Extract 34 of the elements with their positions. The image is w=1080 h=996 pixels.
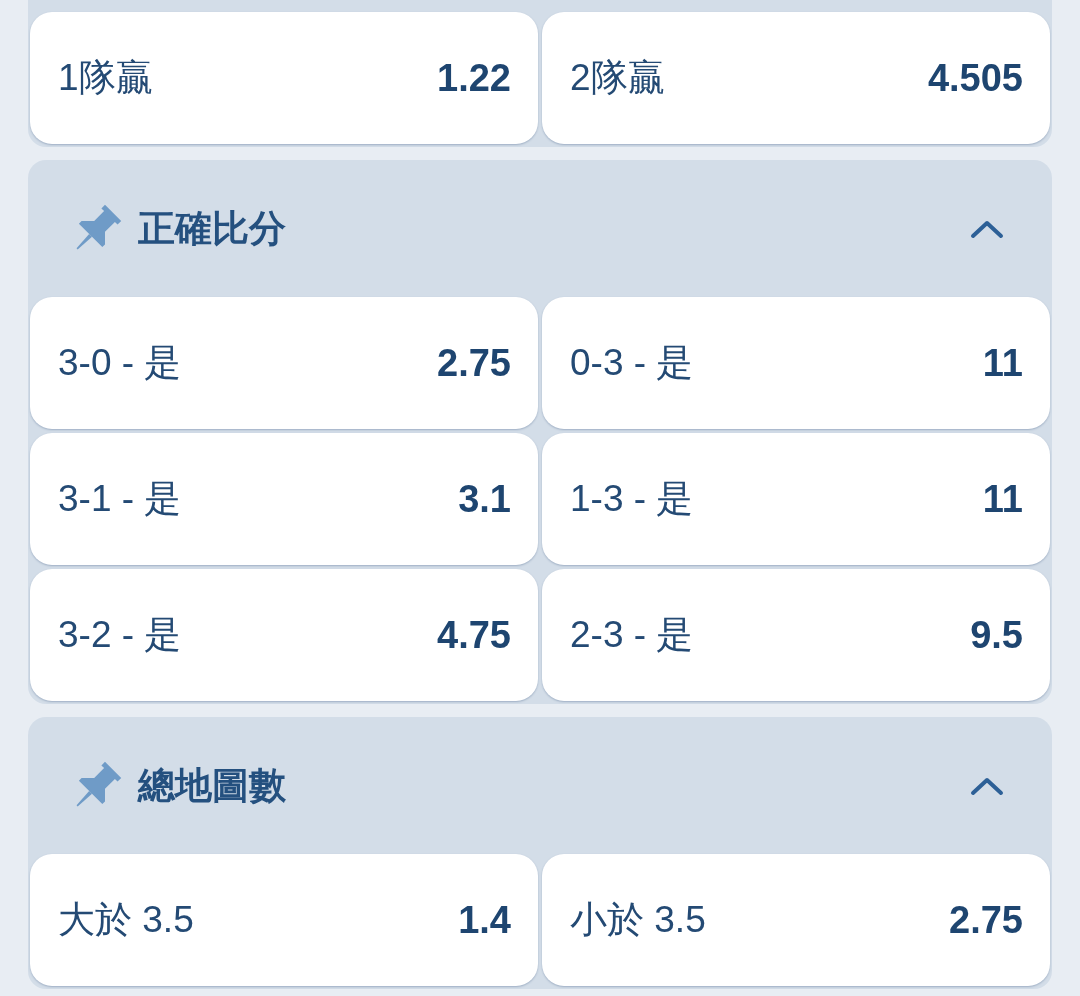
- outcome-label: 1隊贏: [58, 56, 153, 100]
- outcome-label: 0-3 - 是: [570, 341, 694, 385]
- bet-option-card[interactable]: 2-3 - 是 9.5: [542, 569, 1050, 701]
- odds-value: 11: [982, 477, 1023, 521]
- outcome-label: 3-1 - 是: [58, 477, 182, 521]
- odds-value: 9.5: [970, 613, 1023, 657]
- outcome-label: 1-3 - 是: [570, 477, 694, 521]
- outcome-label: 大於 3.5: [58, 898, 194, 942]
- bet-option-card[interactable]: 1隊贏 1.22: [30, 12, 538, 144]
- outcome-label: 小於 3.5: [570, 898, 706, 942]
- odds-value: 3.1: [458, 477, 511, 521]
- bet-option-card[interactable]: 3-1 - 是 3.1: [30, 433, 538, 565]
- bet-option-card[interactable]: 3-0 - 是 2.75: [30, 297, 538, 429]
- odds-value: 1.22: [437, 56, 511, 100]
- odds-value: 1.4: [458, 898, 511, 942]
- market-title: 正確比分: [138, 206, 287, 251]
- outcome-label: 3-2 - 是: [58, 613, 182, 657]
- chevron-up-icon[interactable]: [970, 775, 1004, 796]
- bet-option-card[interactable]: 3-2 - 是 4.75: [30, 569, 538, 701]
- bet-option-card[interactable]: 大於 3.5 1.4: [30, 854, 538, 986]
- odds-value: 2.75: [949, 898, 1023, 942]
- market-title: 總地圖數: [138, 763, 287, 808]
- bet-option-card[interactable]: 小於 3.5 2.75: [542, 854, 1050, 986]
- bet-option-card[interactable]: 0-3 - 是 11: [542, 297, 1050, 429]
- outcome-label: 3-0 - 是: [58, 341, 182, 385]
- outcome-label: 2隊贏: [570, 56, 665, 100]
- outcome-label: 2-3 - 是: [570, 613, 694, 657]
- odds-value: 4.505: [927, 56, 1023, 100]
- bet-option-card[interactable]: 2隊贏 4.505: [542, 12, 1050, 144]
- odds-value: 4.75: [437, 613, 511, 657]
- chevron-up-icon[interactable]: [970, 218, 1004, 239]
- odds-value: 2.75: [437, 341, 511, 385]
- odds-value: 11: [982, 341, 1023, 385]
- bet-option-card[interactable]: 1-3 - 是 11: [542, 433, 1050, 565]
